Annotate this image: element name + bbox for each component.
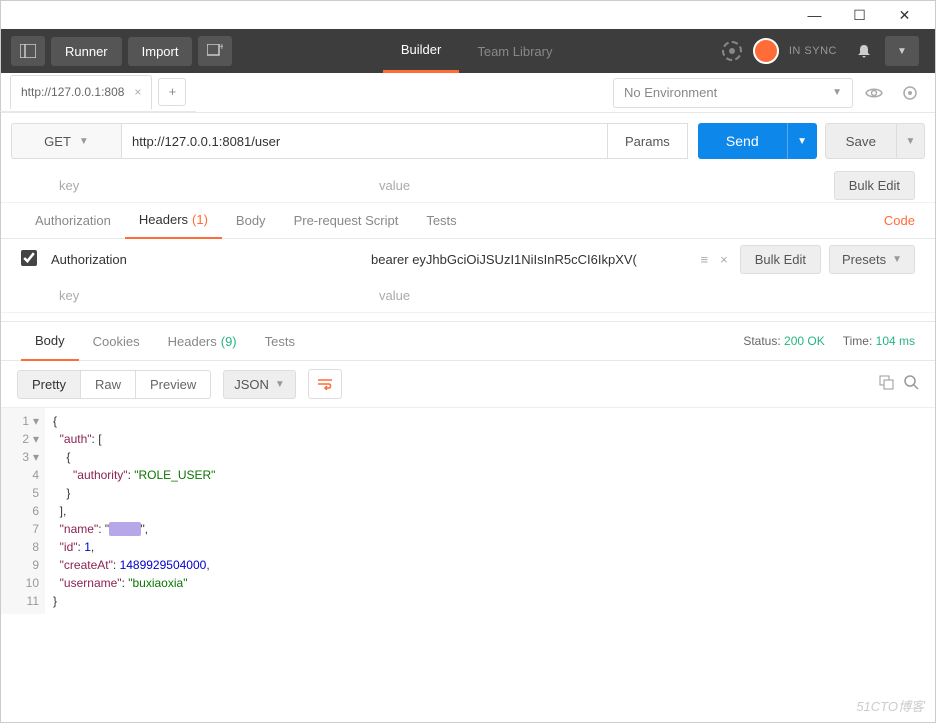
- settings-icon[interactable]: [895, 78, 925, 108]
- status-value: 200 OK: [784, 334, 825, 348]
- url-bar: GET ▼ Params Send ▼ Save ▼: [1, 113, 935, 169]
- import-button[interactable]: Import: [128, 37, 193, 66]
- tab-response-headers[interactable]: Headers (9): [154, 321, 251, 361]
- response-actions: [879, 375, 919, 393]
- body-type-selector[interactable]: JSON ▼: [223, 370, 296, 399]
- header-placeholder-row: key value: [1, 279, 935, 313]
- param-key-input[interactable]: key: [59, 178, 379, 193]
- new-window-icon[interactable]: +: [198, 36, 232, 66]
- tab-headers-count: (1): [192, 212, 208, 227]
- header-key-input[interactable]: Authorization: [51, 252, 371, 267]
- window-maximize-button[interactable]: ☐: [837, 1, 882, 29]
- time-value: 104 ms: [876, 334, 915, 348]
- presets-label: Presets: [842, 252, 886, 267]
- save-dropdown[interactable]: ▼: [897, 123, 925, 159]
- preview-button[interactable]: Preview: [136, 371, 210, 398]
- request-tabs: http://127.0.0.1:808 × +: [0, 72, 196, 112]
- header-value-input[interactable]: value: [379, 288, 915, 303]
- send-dropdown[interactable]: ▼: [787, 123, 817, 159]
- svg-text:+: +: [219, 44, 223, 53]
- response-body[interactable]: 1▾ 2▾ 3▾ 4 5 6 7 8 9 10 11 { "auth": [ {…: [1, 407, 935, 614]
- copy-icon[interactable]: [879, 375, 894, 393]
- notifications-icon[interactable]: [847, 36, 881, 66]
- add-tab-button[interactable]: +: [158, 78, 186, 106]
- sync-icon[interactable]: [715, 36, 749, 66]
- body-type-label: JSON: [234, 377, 269, 392]
- tab-response-cookies[interactable]: Cookies: [79, 321, 154, 361]
- params-button[interactable]: Params: [608, 123, 688, 159]
- window-minimize-button[interactable]: —: [792, 1, 837, 29]
- code-link[interactable]: Code: [884, 213, 915, 228]
- sync-status-label: IN SYNC: [789, 45, 837, 57]
- format-group: Pretty Raw Preview: [17, 370, 211, 399]
- tab-headers-label: Headers: [139, 212, 188, 227]
- wrap-lines-icon[interactable]: [308, 369, 342, 399]
- status-label: Status:: [743, 334, 780, 348]
- header-value-input[interactable]: bearer eyJhbGciOiJSUzI1NiIsInR5cCI6IkpXV…: [371, 252, 689, 267]
- url-input[interactable]: [121, 123, 608, 159]
- chevron-down-icon: ▼: [892, 254, 902, 265]
- save-button[interactable]: Save: [825, 123, 897, 159]
- pretty-button[interactable]: Pretty: [18, 371, 81, 398]
- request-sub-tabs: Authorization Headers (1) Body Pre-reque…: [1, 203, 935, 239]
- format-bar: Pretty Raw Preview JSON ▼: [1, 361, 935, 407]
- window-titlebar: — ☐ ✕: [1, 1, 935, 29]
- header-key-input[interactable]: key: [59, 288, 379, 303]
- environment-quicklook-icon[interactable]: [859, 78, 889, 108]
- resp-headers-label: Headers: [168, 334, 217, 349]
- drag-handle-icon[interactable]: ≡: [701, 252, 709, 267]
- sidebar-toggle-icon[interactable]: [11, 36, 45, 66]
- watermark: 51CTO博客: [856, 696, 924, 715]
- tab-builder[interactable]: Builder: [383, 29, 459, 73]
- bulk-edit-button[interactable]: Bulk Edit: [740, 245, 821, 274]
- environment-label: No Environment: [624, 85, 717, 100]
- method-label: GET: [44, 134, 71, 149]
- request-tab-title: http://127.0.0.1:808: [21, 85, 124, 99]
- tab-response-body[interactable]: Body: [21, 321, 79, 361]
- send-button[interactable]: Send: [698, 123, 787, 159]
- code-text[interactable]: { "auth": [ { "authority": "ROLE_USER" }…: [45, 408, 223, 614]
- chevron-down-icon: ▼: [275, 379, 285, 390]
- user-dropdown[interactable]: ▼: [885, 36, 919, 66]
- environment-selector[interactable]: No Environment ▼: [613, 78, 853, 108]
- delete-row-icon[interactable]: ×: [720, 252, 728, 267]
- param-value-input[interactable]: value: [379, 178, 834, 193]
- tab-team-library[interactable]: Team Library: [459, 29, 570, 73]
- tab-authorization[interactable]: Authorization: [21, 203, 125, 239]
- window-close-button[interactable]: ✕: [882, 1, 927, 29]
- tab-response-tests[interactable]: Tests: [251, 321, 309, 361]
- line-gutter: 1▾ 2▾ 3▾ 4 5 6 7 8 9 10 11: [1, 408, 45, 614]
- tab-headers[interactable]: Headers (1): [125, 203, 222, 239]
- chevron-down-icon: ▼: [79, 136, 89, 147]
- raw-button[interactable]: Raw: [81, 371, 136, 398]
- tab-tests[interactable]: Tests: [412, 203, 470, 239]
- presets-button[interactable]: Presets ▼: [829, 245, 915, 274]
- response-tabs: Body Cookies Headers (9) Tests Status: 2…: [1, 321, 935, 361]
- response-status: Status: 200 OK Time: 104 ms: [743, 334, 915, 348]
- header-row: Authorization bearer eyJhbGciOiJSUzI1NiI…: [1, 239, 935, 279]
- header-checkbox[interactable]: [21, 250, 37, 266]
- runner-button[interactable]: Runner: [51, 37, 122, 66]
- close-icon[interactable]: ×: [134, 85, 141, 99]
- redacted-value: [109, 522, 140, 536]
- tab-prerequest[interactable]: Pre-request Script: [280, 203, 413, 239]
- bulk-edit-button[interactable]: Bulk Edit: [834, 171, 915, 200]
- params-row: key value Bulk Edit: [1, 169, 935, 203]
- chevron-down-icon: ▼: [832, 87, 842, 98]
- request-tab[interactable]: http://127.0.0.1:808 ×: [10, 75, 152, 109]
- resp-headers-count: (9): [221, 334, 237, 349]
- avatar[interactable]: [753, 38, 779, 64]
- time-label: Time:: [843, 334, 873, 348]
- search-icon[interactable]: [904, 375, 919, 393]
- method-selector[interactable]: GET ▼: [11, 123, 121, 159]
- tab-body[interactable]: Body: [222, 203, 280, 239]
- app-top-bar: Runner Import + Builder Team Library IN …: [1, 29, 935, 73]
- center-tabs: Builder Team Library: [238, 29, 714, 73]
